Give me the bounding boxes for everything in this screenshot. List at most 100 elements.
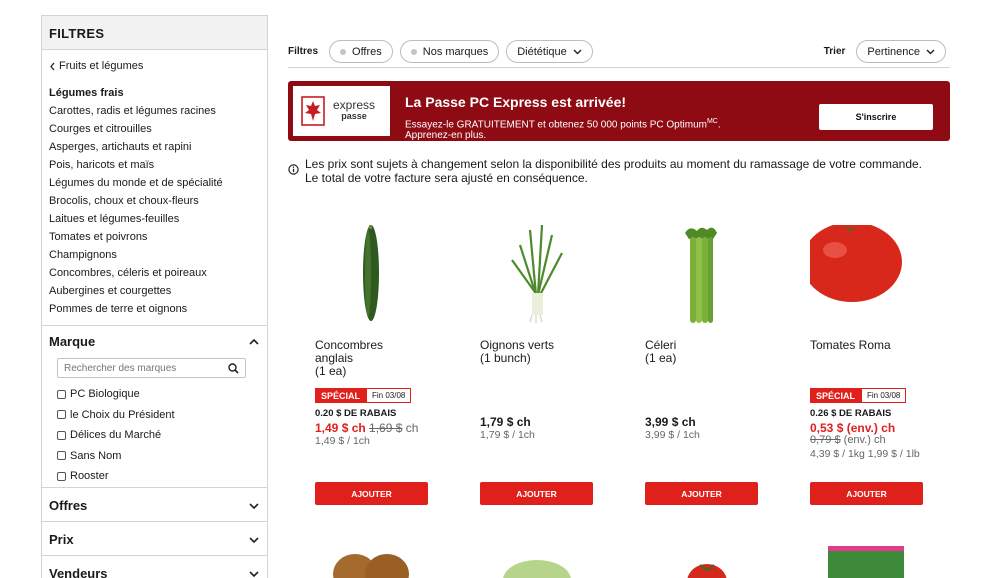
add-to-cart-button[interactable]: AJOUTER bbox=[645, 482, 758, 505]
filters-title: FILTRES bbox=[42, 16, 267, 50]
offers-filter-title: Offres bbox=[49, 498, 88, 513]
old-price-suffix: (env.) ch bbox=[843, 434, 886, 446]
chip-label: Nos marques bbox=[422, 45, 489, 58]
product-name-line: Tomates Roma bbox=[810, 338, 891, 352]
category-item[interactable]: Tomates et poivrons bbox=[49, 228, 260, 246]
category-item[interactable]: Courges et citrouilles bbox=[49, 120, 260, 138]
price-line: 3,99 $ ch bbox=[645, 415, 696, 429]
checkbox[interactable] bbox=[57, 389, 66, 399]
celery-image[interactable] bbox=[645, 225, 765, 330]
unit-price: 3,99 $ / 1ch bbox=[645, 429, 700, 441]
special-label: SPÉCIAL bbox=[315, 388, 367, 403]
price-line: 1,49 $ ch 1,69 $ ch bbox=[315, 421, 418, 435]
regular-price: 1,79 $ ch bbox=[480, 415, 531, 429]
search-icon[interactable] bbox=[228, 362, 239, 374]
category-item[interactable]: Légumes frais bbox=[49, 84, 260, 102]
sellers-filter[interactable]: Vendeurs bbox=[42, 556, 267, 578]
product-name[interactable]: Céleri (1 ea) bbox=[645, 339, 760, 365]
checkbox[interactable] bbox=[57, 471, 66, 481]
banner-subtitle-sup: MC bbox=[706, 118, 718, 125]
sale-price: 0,53 $ (env.) ch bbox=[810, 421, 896, 435]
filters-sidebar: FILTRES Fruits et légumes Légumes frais … bbox=[41, 15, 268, 578]
banner-title: La Passe PC Express est arrivée! bbox=[405, 94, 627, 110]
category-item[interactable]: Légumes du monde et de spécialité bbox=[49, 174, 260, 192]
cucumber-image[interactable] bbox=[315, 225, 435, 330]
sort-value: Pertinence bbox=[867, 45, 920, 58]
brand-search-input[interactable] bbox=[64, 362, 228, 374]
product-name[interactable]: Tomates Roma bbox=[810, 339, 925, 352]
checkbox[interactable] bbox=[57, 430, 66, 440]
product-name-line: (1 ea) bbox=[315, 364, 347, 378]
tomato-image[interactable] bbox=[645, 540, 765, 578]
price-filter[interactable]: Prix bbox=[42, 522, 267, 556]
old-price: 0,79 $ bbox=[810, 434, 841, 446]
brand-option[interactable]: Sans Nom bbox=[57, 446, 260, 467]
unit-price: 4,39 $ / 1kg 1,99 $ / 1lb bbox=[810, 448, 920, 460]
logo-line1: express bbox=[333, 98, 376, 112]
chip-offers[interactable]: Offres bbox=[329, 40, 393, 63]
banner-learn-more[interactable]: Apprenez-en plus. bbox=[405, 130, 486, 141]
price-line: 1,79 $ ch bbox=[480, 415, 531, 429]
old-price-suffix: ch bbox=[405, 421, 419, 435]
green-onions-image[interactable] bbox=[480, 225, 600, 330]
category-item[interactable]: Asperges, artichauts et rapini bbox=[49, 138, 260, 156]
category-item[interactable]: Carottes, radis et légumes racines bbox=[49, 102, 260, 120]
product-name[interactable]: Concombres anglais (1 ea) bbox=[315, 339, 430, 378]
chip-our-brands[interactable]: Nos marques bbox=[399, 40, 500, 63]
chevron-down-icon bbox=[249, 536, 259, 543]
special-badge: SPÉCIAL Fin 03/08 bbox=[315, 388, 412, 403]
discount-text: 0.26 $ DE RABAIS bbox=[810, 408, 892, 419]
old-price-line: 0,79 $ (env.) ch bbox=[810, 434, 886, 446]
add-to-cart-button[interactable]: AJOUTER bbox=[810, 482, 923, 505]
category-item[interactable]: Pois, haricots et maïs bbox=[49, 156, 260, 174]
brand-option-label: PC Biologique bbox=[70, 388, 140, 401]
brand-option-label: Délices du Marché bbox=[70, 429, 162, 442]
chevron-down-icon bbox=[249, 570, 259, 577]
category-item[interactable]: Concombres, céleris et poireaux bbox=[49, 264, 260, 282]
onions-image[interactable] bbox=[315, 540, 435, 578]
category-item[interactable]: Brocolis, choux et choux-fleurs bbox=[49, 192, 260, 210]
chevron-down-icon bbox=[249, 502, 259, 509]
chevron-up-icon bbox=[249, 338, 259, 345]
brand-option[interactable]: Délices du Marché bbox=[57, 425, 260, 446]
salad-bag-image[interactable] bbox=[810, 540, 930, 578]
sellers-filter-title: Vendeurs bbox=[49, 566, 108, 578]
brand-option[interactable]: Rooster bbox=[57, 466, 260, 487]
chevron-left-icon bbox=[50, 62, 55, 70]
category-item[interactable]: Laitues et légumes-feuilles bbox=[49, 210, 260, 228]
price-filter-title: Prix bbox=[49, 532, 74, 547]
pc-express-logo: express passe bbox=[293, 86, 390, 136]
product-name[interactable]: Oignons verts (1 bunch) bbox=[480, 339, 595, 365]
price-line: 0,53 $ (env.) ch bbox=[810, 421, 895, 435]
regular-price: 3,99 $ ch bbox=[645, 415, 696, 429]
dropdown-label: Diététique bbox=[517, 45, 567, 58]
discount-text: 0.20 $ DE RABAIS bbox=[315, 408, 397, 419]
add-to-cart-button[interactable]: AJOUTER bbox=[315, 482, 428, 505]
chip-label: Offres bbox=[352, 45, 382, 58]
checkbox[interactable] bbox=[57, 451, 66, 461]
brand-filter-header[interactable]: Marque bbox=[49, 334, 260, 349]
chevron-down-icon bbox=[573, 49, 582, 54]
banner-subtitle-text: Essayez-le GRATUITEMENT et obtenez 50 00… bbox=[405, 119, 707, 131]
unit-price: 1,79 $ / 1ch bbox=[480, 429, 535, 441]
add-to-cart-button[interactable]: AJOUTER bbox=[480, 482, 593, 505]
back-link[interactable]: Fruits et légumes bbox=[49, 60, 260, 72]
brand-filter-title: Marque bbox=[49, 334, 96, 349]
special-end-date: Fin 03/08 bbox=[366, 388, 412, 403]
sort-dropdown[interactable]: Pertinence bbox=[856, 40, 946, 63]
signup-button[interactable]: S'inscrire bbox=[819, 104, 933, 130]
lettuce-image[interactable] bbox=[480, 540, 600, 578]
offers-filter[interactable]: Offres bbox=[42, 488, 267, 522]
brand-option[interactable]: PC Biologique bbox=[57, 384, 260, 405]
tomato-image[interactable] bbox=[810, 225, 930, 330]
checkbox[interactable] bbox=[57, 410, 66, 420]
brand-option[interactable]: le Choix du Président bbox=[57, 405, 260, 426]
notice-text: Les prix sont sujets à changement selon … bbox=[305, 157, 923, 185]
category-item[interactable]: Champignons bbox=[49, 246, 260, 264]
old-price: 1,69 $ bbox=[369, 421, 403, 435]
filters-label: Filtres bbox=[288, 46, 319, 57]
dietary-dropdown[interactable]: Diététique bbox=[506, 40, 593, 63]
pc-express-banner[interactable]: express passe La Passe PC Express est ar… bbox=[288, 81, 950, 141]
category-item[interactable]: Pommes de terre et oignons bbox=[49, 300, 260, 318]
category-item[interactable]: Aubergines et courgettes bbox=[49, 282, 260, 300]
